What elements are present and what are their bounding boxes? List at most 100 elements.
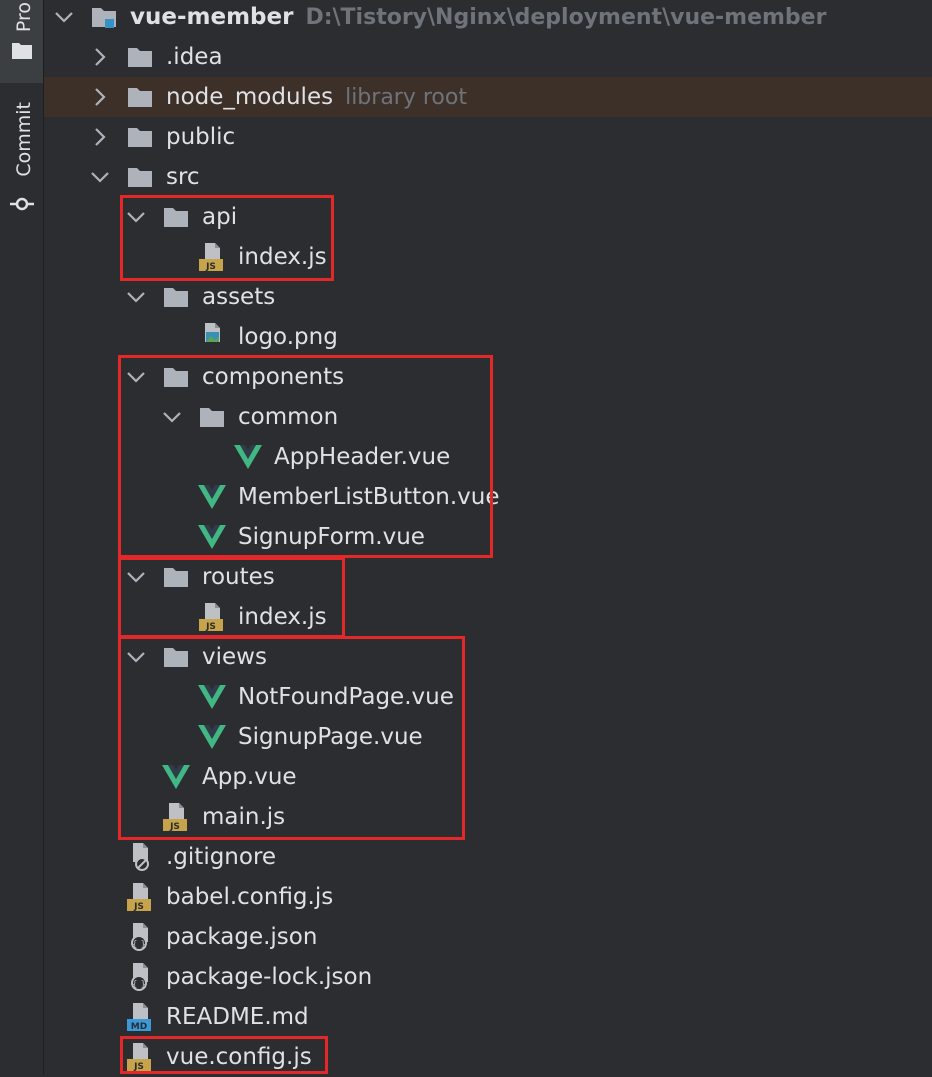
tree-row[interactable]: node_modules library root (44, 77, 932, 117)
tree-item-label: main.js (202, 804, 286, 830)
svg-text:MD: MD (131, 1022, 147, 1032)
tree-item-label: NotFoundPage.vue (238, 684, 454, 710)
json-file-icon: { } (126, 917, 154, 957)
folder-icon (162, 637, 190, 677)
tree-item-label: common (238, 404, 339, 430)
tree-row[interactable]: App.vue (44, 757, 932, 797)
chevron-down-icon[interactable] (126, 357, 146, 397)
tree-row[interactable]: api (44, 197, 932, 237)
chevron-down-icon[interactable] (162, 397, 182, 437)
tree-row[interactable]: components (44, 357, 932, 397)
vue-file-icon (234, 437, 262, 477)
js-file-icon: JS (126, 877, 154, 917)
tree-item-label: README.md (166, 1004, 309, 1030)
folder-icon (162, 557, 190, 597)
chevron-down-icon[interactable] (126, 277, 146, 317)
svg-text:JS: JS (205, 262, 216, 272)
markdown-file-icon: MD (126, 997, 154, 1037)
tree-item-label: index.js (238, 604, 327, 630)
js-file-icon: JS (198, 597, 226, 637)
tree-row[interactable]: public (44, 117, 932, 157)
project-tab-label: Pro (13, 2, 35, 33)
tree-row[interactable]: vue-member D:\Tistory\Nginx\deployment\vu… (44, 0, 932, 37)
tree-item-label: views (202, 644, 267, 670)
vue-file-icon (162, 757, 190, 797)
tree-row[interactable]: MD README.md (44, 997, 932, 1037)
vue-file-icon (198, 677, 226, 717)
svg-text:JS: JS (133, 1062, 144, 1072)
tree-row[interactable]: JS index.js (44, 237, 932, 277)
chevron-down-icon[interactable] (126, 637, 146, 677)
tree-item-label: index.js (238, 244, 327, 270)
tree-row[interactable]: AppHeader.vue (44, 437, 932, 477)
vue-file-icon (198, 517, 226, 557)
tree-row[interactable]: NotFoundPage.vue (44, 677, 932, 717)
tree-item-label: babel.config.js (166, 884, 334, 910)
tree-row[interactable]: assets (44, 277, 932, 317)
chevron-down-icon[interactable] (126, 197, 146, 237)
tree-item-label: App.vue (202, 764, 297, 790)
chevron-right-icon[interactable] (90, 77, 110, 117)
folder-icon (198, 397, 226, 437)
commit-tab[interactable]: Commit (0, 96, 43, 221)
tree-row[interactable]: .gitignore (44, 837, 932, 877)
folder-icon (126, 117, 154, 157)
chevron-down-icon[interactable] (90, 157, 110, 197)
tree-item-label: .gitignore (166, 844, 277, 870)
folder-icon (126, 77, 154, 117)
tree-row[interactable]: JS index.js (44, 597, 932, 637)
chevron-down-icon[interactable] (126, 557, 146, 597)
project-tree: vue-member D:\Tistory\Nginx\deployment\vu… (44, 0, 932, 1075)
tree-item-label: vue.config.js (166, 1044, 312, 1070)
tree-row[interactable]: JS babel.config.js (44, 877, 932, 917)
tree-row[interactable]: MemberListButton.vue (44, 477, 932, 517)
ignore-file-icon (126, 837, 154, 877)
tree-row[interactable]: JS vue.config.js (44, 1037, 932, 1077)
svg-text:{ }: { } (132, 980, 146, 990)
commit-tab-label: Commit (13, 102, 35, 177)
folder-icon (162, 277, 190, 317)
tree-row[interactable]: SignupPage.vue (44, 717, 932, 757)
tree-row[interactable]: JS main.js (44, 797, 932, 837)
folder-icon (162, 357, 190, 397)
tree-item-label: api (202, 204, 238, 230)
project-tab[interactable]: Pro (0, 0, 43, 83)
js-file-icon: JS (198, 237, 226, 277)
tree-row[interactable]: SignupForm.vue (44, 517, 932, 557)
tree-row[interactable]: { } package.json (44, 917, 932, 957)
tree-row[interactable]: src (44, 157, 932, 197)
tree-row[interactable]: .idea (44, 37, 932, 77)
tree-item-hint: D:\Tistory\Nginx\deployment\vue-member (305, 5, 827, 30)
tree-row[interactable]: { } package-lock.json (44, 957, 932, 997)
tree-item-label: SignupForm.vue (238, 524, 425, 550)
js-file-icon: JS (162, 797, 190, 837)
folder-icon (162, 197, 190, 237)
vue-file-icon (198, 477, 226, 517)
tree-item-label: .idea (166, 44, 223, 70)
svg-text:{ }: { } (132, 940, 146, 950)
tree-row[interactable]: routes (44, 557, 932, 597)
tree-item-label: src (166, 164, 200, 190)
tree-item-label: components (202, 364, 345, 390)
chevron-right-icon[interactable] (90, 37, 110, 77)
tool-window-bar: Pro Commit (0, 0, 44, 1075)
tree-row[interactable]: views (44, 637, 932, 677)
tree-row[interactable]: common (44, 397, 932, 437)
tree-item-label: SignupPage.vue (238, 724, 423, 750)
json-file-icon: { } (126, 957, 154, 997)
folder-icon (126, 157, 154, 197)
svg-text:JS: JS (169, 822, 180, 832)
svg-text:JS: JS (133, 902, 144, 912)
tree-item-label: node_modules (166, 84, 334, 110)
js-file-icon: JS (126, 1037, 154, 1077)
tree-item-label: package-lock.json (166, 964, 373, 990)
tree-item-hint: library root (345, 85, 467, 110)
tree-item-label: vue-member (130, 4, 294, 30)
chevron-down-icon[interactable] (54, 0, 74, 37)
commit-icon (10, 197, 34, 211)
tree-item-label: logo.png (238, 324, 338, 350)
tree-row[interactable]: logo.png (44, 317, 932, 357)
chevron-right-icon[interactable] (90, 117, 110, 157)
tree-item-label: public (166, 124, 236, 150)
tree-item-label: routes (202, 564, 275, 590)
